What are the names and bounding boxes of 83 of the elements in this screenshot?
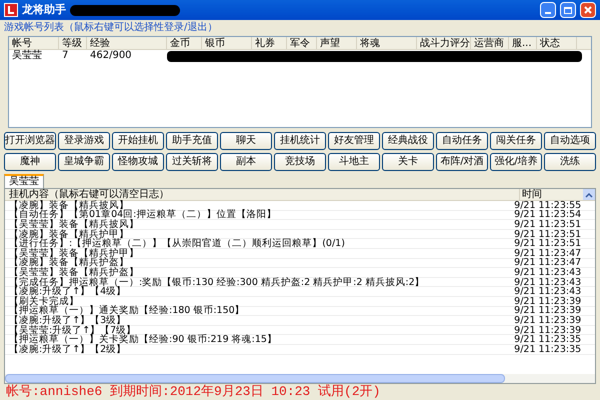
action-button[interactable]: 斗地主 bbox=[328, 153, 380, 171]
log-time: 9/21 11:23:39 bbox=[513, 296, 582, 306]
log-entry: 【吴莹莹:升级了↑】【7级】 bbox=[8, 326, 136, 335]
action-button[interactable]: 打开浏览器 bbox=[4, 132, 56, 150]
table-cell-text: 7 bbox=[61, 50, 70, 62]
log-time: 9/21 11:23:47 bbox=[513, 258, 582, 268]
log-time: 9/21 11:23:43 bbox=[513, 268, 582, 277]
action-button[interactable]: 闯关任务 bbox=[490, 132, 542, 150]
column-header[interactable]: 运营商 bbox=[471, 37, 509, 49]
column-header[interactable]: 银币 bbox=[202, 37, 252, 49]
close-icon bbox=[584, 6, 592, 14]
action-button[interactable]: 助手充值 bbox=[166, 132, 218, 150]
log-time: 9/21 11:23:35 bbox=[513, 335, 582, 344]
column-header[interactable]: 经验 bbox=[87, 37, 167, 49]
log-time: 9/21 11:23:39 bbox=[513, 306, 582, 316]
log-entry: 【吴莹莹】装备【精兵护甲】 bbox=[8, 248, 140, 258]
log-time: 9/21 11:23:51 bbox=[513, 230, 582, 239]
horizontal-scrollbar[interactable] bbox=[5, 374, 595, 383]
column-header[interactable]: 将魂 bbox=[357, 37, 417, 49]
action-button[interactable]: 聊天 bbox=[220, 132, 272, 150]
action-button[interactable]: 登录游戏 bbox=[58, 132, 110, 150]
section-label: 游戏帐号列表（鼠标右键可以选择性登录/退出） bbox=[4, 22, 218, 34]
log-entry: 【凌腕:升级了↑】【2级】 bbox=[8, 344, 128, 354]
column-header[interactable]: 服... bbox=[509, 37, 537, 49]
log-time: 9/21 11:23:39 bbox=[513, 316, 582, 325]
column-header[interactable]: 礼券 bbox=[252, 37, 287, 49]
status-text: 帐号:annishe6 到期时间:2012年9月23日 10:23 试用(2开) bbox=[5, 384, 382, 400]
log-entry: 【刷关卡完成】 bbox=[8, 296, 80, 306]
action-button[interactable]: 洗练 bbox=[544, 153, 596, 171]
minimize-button[interactable] bbox=[540, 2, 556, 18]
log-entry: 【押运粮草（一）】通关奖励【经验:180 银币:150】 bbox=[8, 306, 246, 316]
action-button[interactable]: 魔神 bbox=[4, 153, 56, 171]
log-time: 9/21 11:23:54 bbox=[513, 210, 582, 220]
column-header[interactable]: 帐号 bbox=[9, 37, 59, 49]
scroll-up-icon[interactable] bbox=[583, 189, 595, 200]
column-header[interactable]: 金币 bbox=[167, 37, 202, 49]
log-time: 9/21 11:23:43 bbox=[513, 278, 582, 287]
log-time: 9/21 11:23:55 bbox=[513, 200, 582, 210]
log-time: 9/21 11:23:39 bbox=[513, 326, 582, 335]
action-button[interactable]: 强化/培养 bbox=[490, 153, 542, 171]
log-time: 9/21 11:23:43 bbox=[513, 287, 582, 296]
log-time: 9/21 11:23:51 bbox=[513, 239, 582, 248]
action-button[interactable]: 竞技场 bbox=[274, 153, 326, 171]
log-entry: 【吴莹莹】装备【精兵护盔】 bbox=[8, 268, 140, 277]
column-header[interactable]: 时间 bbox=[520, 189, 583, 200]
table-cell-text: 462/900 bbox=[89, 50, 133, 62]
log-entry: 【吴莹莹】装备【精兵披风】 bbox=[8, 220, 140, 229]
log-entry: 【押运粮草（一）】关卡奖励【经验:90 银币:219 将魂:15】 bbox=[8, 335, 278, 344]
column-header[interactable]: 声望 bbox=[317, 37, 357, 49]
column-header[interactable]: 等级 bbox=[59, 37, 87, 49]
log-entry: 【凌腕】装备【精兵护盔】 bbox=[8, 258, 130, 268]
log-entry: 【自动任务】【第01章04回:押运粮草（二）】位置【洛阳】 bbox=[8, 210, 278, 220]
app-logo-icon bbox=[4, 3, 18, 17]
column-header[interactable]: 状态 bbox=[537, 37, 577, 49]
log-time: 9/21 11:23:35 bbox=[513, 344, 582, 354]
action-button[interactable]: 关卡 bbox=[382, 153, 434, 171]
log-entry: 【凌腕:升级了↑】【4级】 bbox=[8, 287, 128, 296]
account-row[interactable]: 吴莹莹 7 462/900 bbox=[9, 50, 591, 62]
action-button[interactable]: 布阵/对酒 bbox=[436, 153, 488, 171]
window-title: 龙将助手 bbox=[22, 2, 66, 18]
log-entry: 【凌腕】装备【精兵披风】 bbox=[8, 200, 129, 210]
action-button[interactable]: 皇城争霸 bbox=[58, 153, 110, 171]
log-time: 9/21 11:23:47 bbox=[513, 248, 582, 258]
action-button[interactable]: 挂机统计 bbox=[274, 132, 326, 150]
action-button[interactable]: 过关斩将 bbox=[166, 153, 218, 171]
log-time: 9/21 11:23:51 bbox=[513, 220, 582, 229]
log-entry: 【凌腕】装备【精兵护甲】 bbox=[8, 230, 129, 239]
action-button[interactable]: 经典战役 bbox=[382, 132, 434, 150]
log-entry: 【完成任务】押运粮草（一）:奖励【银币:130 经验:300 精兵护盔:2 精兵护甲:2 精兵披风:2】 bbox=[8, 278, 426, 287]
action-button[interactable]: 怪物攻城 bbox=[112, 153, 164, 171]
log-entry: 【凌腕:升级了↑】【3级】 bbox=[8, 316, 127, 325]
action-button[interactable]: 开始挂机 bbox=[112, 132, 164, 150]
column-header[interactable]: 战斗力评分 bbox=[417, 37, 471, 49]
log-entry: 【进行任务】:【押运粮草（二）】【从崇阳官道（二）顺利运回粮草】(0/1) bbox=[8, 239, 346, 248]
close-button[interactable] bbox=[580, 2, 596, 18]
column-header[interactable]: 军令 bbox=[287, 37, 317, 49]
action-button[interactable]: 自动任务 bbox=[436, 132, 488, 150]
maximize-button[interactable] bbox=[560, 2, 576, 18]
action-button[interactable]: 好友管理 bbox=[328, 132, 380, 150]
tab[interactable]: 吴莹莹 bbox=[4, 174, 44, 188]
action-button[interactable]: 自动选项 bbox=[544, 132, 596, 150]
action-button[interactable]: 副本 bbox=[220, 153, 272, 171]
table-cell-text: 吴莹莹 bbox=[11, 50, 43, 62]
